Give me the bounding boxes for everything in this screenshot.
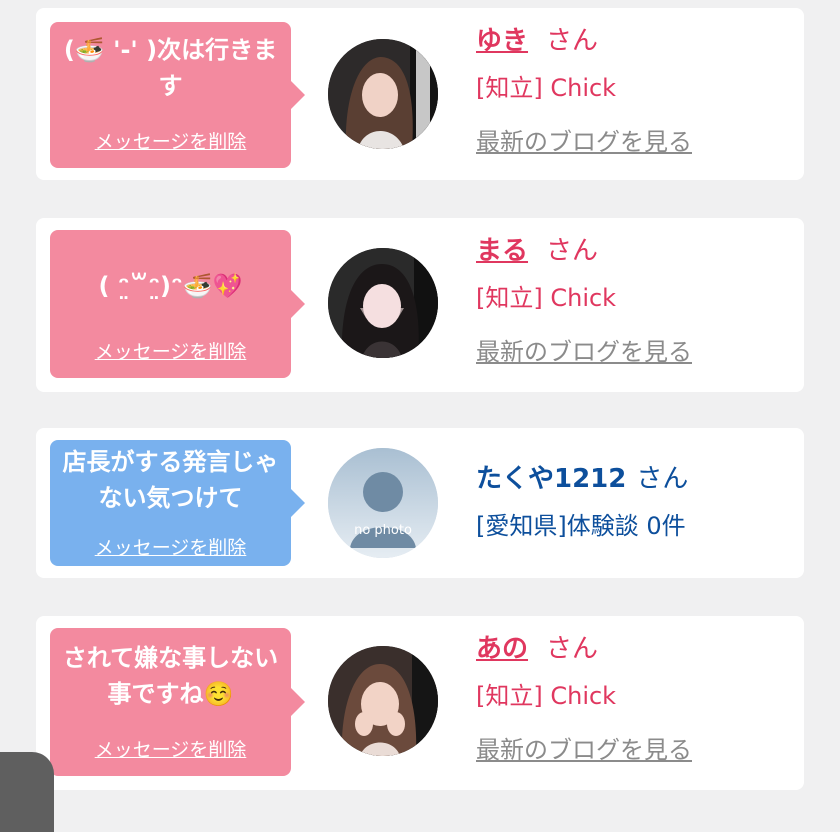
- message-text: されて嫌な事しない事ですね☺️: [62, 644, 279, 708]
- delete-message-link[interactable]: メッセージを削除: [50, 127, 291, 154]
- message-card: ( ᵔ̤꒳ᵔ̤)ᵔ🍜💖 メッセージを削除 まる さん [知立] Chick 最新の…: [36, 218, 804, 392]
- message-card: (🍜 '-' )次は行きます メッセージを削除 ゆき さん [知立] Chick …: [36, 8, 804, 180]
- message-bubble: されて嫌な事しない事ですね☺️ メッセージを削除: [50, 628, 305, 776]
- shop-label: [知立] Chick: [476, 284, 617, 312]
- avatar[interactable]: [328, 39, 438, 149]
- person-silhouette-icon: no photo: [328, 448, 438, 558]
- message-text: ( ᵔ̤꒳ᵔ̤)ᵔ🍜💖: [98, 272, 243, 300]
- message-bubble: (🍜 '-' )次は行きます メッセージを削除: [50, 22, 305, 168]
- message-card: されて嫌な事しない事ですね☺️ メッセージを削除 あの さん [知立] Chick…: [36, 616, 804, 790]
- no-photo-avatar[interactable]: no photo: [328, 448, 438, 558]
- user-name-link[interactable]: まる: [476, 236, 528, 266]
- message-text: 店長がする発言じゃない気つけて: [62, 448, 279, 512]
- shop-label: [知立] Chick: [476, 74, 617, 102]
- delete-message-link[interactable]: メッセージを削除: [50, 735, 291, 762]
- delete-message-link[interactable]: メッセージを削除: [50, 533, 291, 560]
- message-card: 店長がする発言じゃない気つけて メッセージを削除 no photo たくや121…: [36, 428, 804, 578]
- message-bubble: 店長がする発言じゃない気つけて メッセージを削除: [50, 440, 305, 566]
- honorific: さん: [546, 26, 599, 56]
- review-count-label: [愛知県]体験談 0件: [476, 512, 686, 540]
- user-info: あの さん [知立] Chick 最新のブログを見る: [476, 632, 692, 766]
- honorific: さん: [636, 464, 689, 494]
- user-info: たくや1212 さん [愛知県]体験談 0件: [476, 462, 688, 542]
- latest-blog-link[interactable]: 最新のブログを見る: [476, 734, 692, 766]
- floating-overlay-tab[interactable]: [0, 752, 54, 832]
- honorific: さん: [546, 236, 599, 266]
- latest-blog-link[interactable]: 最新のブログを見る: [476, 126, 692, 158]
- user-name-link[interactable]: ゆき: [476, 26, 528, 56]
- user-name-link[interactable]: あの: [476, 634, 528, 664]
- honorific: さん: [546, 634, 599, 664]
- shop-label: [知立] Chick: [476, 682, 617, 710]
- message-bubble: ( ᵔ̤꒳ᵔ̤)ᵔ🍜💖 メッセージを削除: [50, 230, 305, 378]
- user-info: まる さん [知立] Chick 最新のブログを見る: [476, 234, 692, 368]
- avatar[interactable]: [328, 646, 438, 756]
- user-name: たくや1212: [476, 464, 627, 494]
- delete-message-link[interactable]: メッセージを削除: [50, 337, 291, 364]
- no-photo-label: no photo: [354, 523, 412, 538]
- user-info: ゆき さん [知立] Chick 最新のブログを見る: [476, 24, 692, 158]
- message-text: (🍜 '-' )次は行きます: [63, 36, 278, 100]
- avatar[interactable]: [328, 248, 438, 358]
- latest-blog-link[interactable]: 最新のブログを見る: [476, 336, 692, 368]
